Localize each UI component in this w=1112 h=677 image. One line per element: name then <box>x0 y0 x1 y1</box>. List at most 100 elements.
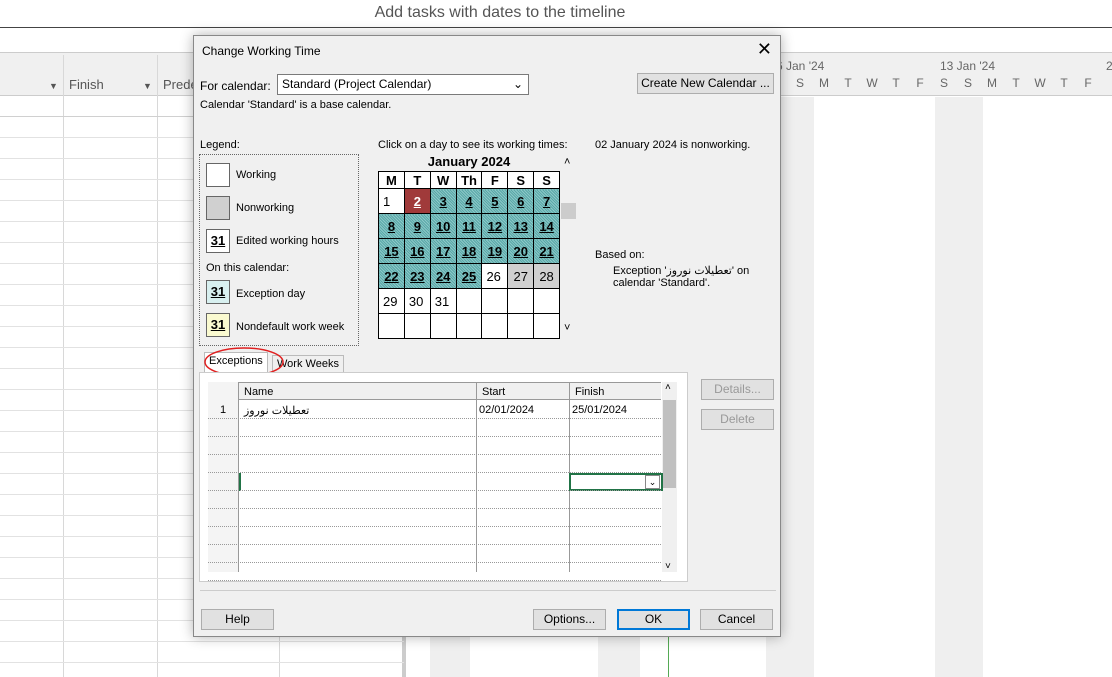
timeline-hint[interactable]: Add tasks with dates to the timeline <box>0 4 1000 22</box>
based-on-label: Based on: <box>595 249 645 261</box>
timescale-day: S <box>963 76 972 90</box>
exception-start[interactable]: 02/01/2024 <box>479 404 534 416</box>
cancel-button[interactable]: Cancel <box>700 609 773 630</box>
timescale-day: M <box>819 76 829 90</box>
exception-row[interactable] <box>208 455 661 473</box>
table-scrollbar[interactable]: ˄ ˅ <box>662 382 677 572</box>
timescale-day: S <box>795 76 804 90</box>
timescale-day: T <box>1012 76 1020 90</box>
scroll-up-icon[interactable]: ˄ <box>564 156 570 168</box>
calendar-day[interactable]: 13 <box>507 213 535 239</box>
calendar-day[interactable]: 19 <box>481 238 509 264</box>
exception-row[interactable] <box>208 437 661 455</box>
scroll-down-icon[interactable]: ˅ <box>564 322 570 334</box>
calendar-day[interactable]: 26 <box>481 263 509 289</box>
calendar-value: Standard (Project Calendar) <box>282 77 432 91</box>
calendar-day[interactable] <box>507 288 535 314</box>
calendar-day[interactable] <box>455 288 483 314</box>
calendar-day[interactable]: 2 <box>403 188 431 214</box>
calendar-day[interactable]: 7 <box>533 188 560 214</box>
column-finish[interactable]: Finish <box>69 77 104 92</box>
legend: Working Nonworking 31 Edited working hou… <box>199 154 359 346</box>
click-hint: Click on a day to see its working times: <box>378 139 568 151</box>
calendar-scrollbar[interactable] <box>561 203 576 219</box>
calendar-day[interactable] <box>481 288 509 314</box>
create-new-calendar-button[interactable]: Create New Calendar ... <box>637 73 774 94</box>
exception-row[interactable]: 1 تعطیلات نوروز 02/01/2024 25/01/2024 <box>208 401 661 419</box>
weekday-header: F <box>481 171 509 189</box>
calendar-day[interactable]: 15 <box>378 238 405 264</box>
calendar-day[interactable]: 23 <box>403 263 431 289</box>
week-label: 2 <box>1106 59 1112 73</box>
base-calendar-note: Calendar 'Standard' is a base calendar. <box>200 99 392 111</box>
calendar-day[interactable]: 31 <box>429 288 457 314</box>
exception-name[interactable]: تعطیلات نوروز <box>244 404 309 417</box>
exceptions-table: Name Start Finish 1 تعطیلات نوروز 02/01/… <box>208 382 678 581</box>
for-calendar-label: For calendar: <box>200 79 271 93</box>
calendar-select[interactable]: Standard (Project Calendar) ⌄ <box>277 74 529 95</box>
calendar-day[interactable] <box>403 313 431 339</box>
calendar-day[interactable]: 3 <box>429 188 457 214</box>
exception-row[interactable] <box>208 509 661 527</box>
calendar-day[interactable]: 12 <box>481 213 509 239</box>
calendar-day[interactable]: 1 <box>378 188 405 214</box>
calendar-day[interactable] <box>533 313 560 339</box>
calendar-day[interactable]: 16 <box>403 238 431 264</box>
calendar-day[interactable] <box>429 313 457 339</box>
calendar-day[interactable]: 30 <box>403 288 431 314</box>
calendar-day[interactable] <box>455 313 483 339</box>
calendar-day[interactable] <box>481 313 509 339</box>
calendar-day[interactable]: 29 <box>378 288 405 314</box>
header-name[interactable]: Name <box>244 386 273 398</box>
calendar-day[interactable]: 17 <box>429 238 457 264</box>
exception-row[interactable] <box>208 527 661 545</box>
ok-button[interactable]: OK <box>617 609 690 630</box>
exception-row[interactable] <box>208 473 661 491</box>
calendar-day[interactable]: 22 <box>378 263 405 289</box>
current-date-line <box>668 637 669 677</box>
calendar-day[interactable]: 11 <box>455 213 483 239</box>
calendar-day[interactable]: 20 <box>507 238 535 264</box>
timescale-day: S <box>939 76 948 90</box>
options-button[interactable]: Options... <box>533 609 606 630</box>
calendar-day[interactable]: 10 <box>429 213 457 239</box>
exception-row[interactable] <box>208 491 661 509</box>
calendar-day[interactable]: 18 <box>455 238 483 264</box>
exception-row[interactable] <box>208 419 661 437</box>
timescale-day: T <box>844 76 852 90</box>
calendar-day[interactable]: 5 <box>481 188 509 214</box>
calendar-day[interactable]: 4 <box>455 188 483 214</box>
calendar-day[interactable] <box>507 313 535 339</box>
legend-on-this-calendar: On this calendar: <box>206 262 290 274</box>
calendar-day[interactable]: 9 <box>403 213 431 239</box>
details-button[interactable]: Details... <box>701 379 774 400</box>
dropdown-arrow-icon[interactable]: ▼ <box>49 81 58 91</box>
calendar-grid: M T W Th F S S 1 2 3 4 5 6 7 8 9 10 11 12 13 14 15 16 17 18 19 20 2… <box>378 171 560 339</box>
dropdown-arrow-icon[interactable]: ▼ <box>143 81 152 91</box>
based-on-text: Exception 'تعطیلات نوروز' on calendar 'S… <box>613 265 750 289</box>
calendar-day[interactable]: 28 <box>533 263 560 289</box>
help-button[interactable]: Help <box>201 609 274 630</box>
close-icon[interactable]: ✕ <box>757 39 772 60</box>
calendar-day[interactable]: 14 <box>533 213 560 239</box>
header-finish[interactable]: Finish <box>575 386 604 398</box>
week-label: 6 Jan '24 <box>776 59 825 73</box>
calendar-day[interactable]: 6 <box>507 188 535 214</box>
calendar-day[interactable] <box>533 288 560 314</box>
delete-button[interactable]: Delete <box>701 409 774 430</box>
calendar-day[interactable]: 25 <box>455 263 483 289</box>
header-start[interactable]: Start <box>482 386 505 398</box>
calendar-day[interactable]: 27 <box>507 263 535 289</box>
calendar-day[interactable]: 21 <box>533 238 560 264</box>
timescale-day: W <box>1034 76 1046 90</box>
exception-finish[interactable]: 25/01/2024 <box>572 404 627 416</box>
exception-row[interactable] <box>208 563 661 581</box>
calendar-day[interactable] <box>378 313 405 339</box>
grid-row-line <box>0 641 404 642</box>
timescale-day: T <box>1060 76 1068 90</box>
weekday-header: T <box>403 171 431 189</box>
calendar-day[interactable]: 8 <box>378 213 405 239</box>
calendar-day[interactable]: 24 <box>429 263 457 289</box>
timescale-day: M <box>987 76 997 90</box>
exception-row[interactable] <box>208 545 661 563</box>
